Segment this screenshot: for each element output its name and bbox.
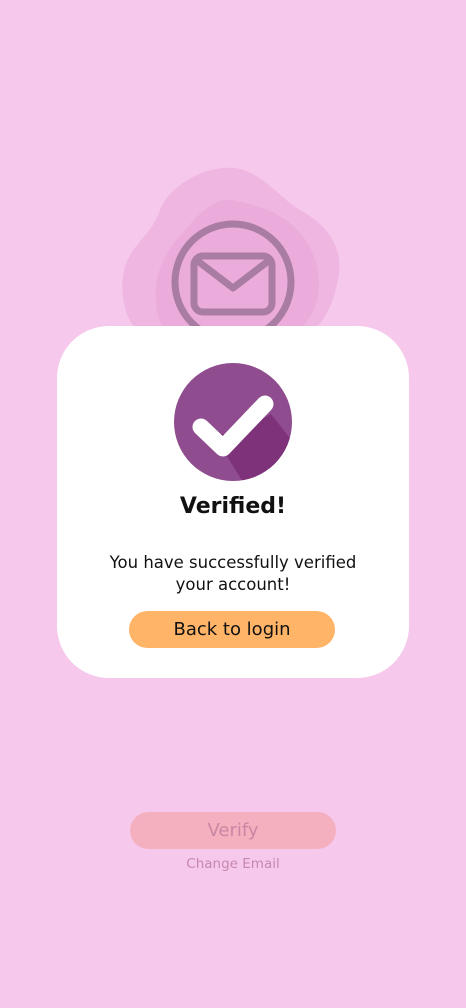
dialog-message-line2: your account!	[175, 575, 291, 594]
change-email-link[interactable]: Change Email	[0, 855, 466, 873]
verify-button[interactable]: Verify	[130, 812, 336, 849]
dialog-message: You have successfully verified your acco…	[93, 552, 373, 596]
verified-dialog: Verified! You have successfully verified…	[57, 326, 409, 678]
back-to-login-button[interactable]: Back to login	[129, 611, 335, 648]
checkmark-icon	[174, 363, 292, 481]
dialog-title: Verified!	[179, 494, 287, 519]
dialog-message-line1: You have successfully verified	[109, 553, 357, 572]
